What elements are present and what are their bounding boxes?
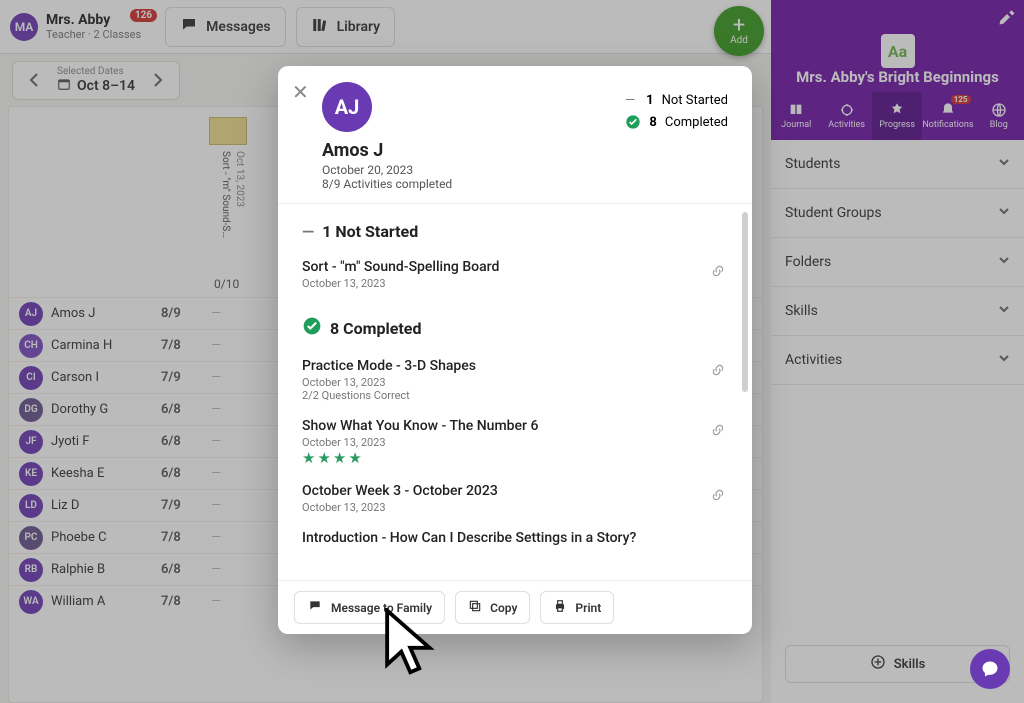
- modal-body[interactable]: — 1 Not Started Sort - "m" Sound-Spellin…: [278, 204, 752, 580]
- close-button[interactable]: ✕: [292, 80, 309, 104]
- student-progress-modal: ✕ AJ — 1 Not Started 8 Completed Amos: [278, 66, 752, 634]
- link-icon[interactable]: [708, 263, 728, 282]
- activity-item[interactable]: Introduction - How Can I Describe Settin…: [302, 522, 728, 554]
- print-button[interactable]: Print: [540, 591, 614, 624]
- activity-title: Sort - "m" Sound-Spelling Board: [302, 259, 499, 275]
- activity-title: October Week 3 - October 2023: [302, 483, 498, 499]
- section-not-started: — 1 Not Started: [302, 222, 728, 241]
- activity-title: Practice Mode - 3-D Shapes: [302, 358, 476, 374]
- minus-icon: —: [302, 222, 314, 241]
- report-date: October 20, 2023: [322, 163, 728, 177]
- copy-icon: [468, 599, 482, 616]
- activity-item[interactable]: Sort - "m" Sound-Spelling Board October 1…: [302, 251, 728, 298]
- student-avatar: AJ: [322, 82, 372, 132]
- minus-icon: —: [622, 92, 638, 108]
- activity-date: October 13, 2023: [302, 376, 476, 389]
- completed-count: 8/9 Activities completed: [322, 177, 728, 191]
- activity-item[interactable]: October Week 3 - October 2023 October 13,…: [302, 475, 728, 522]
- modal-footer: Message to Family Copy Print: [278, 580, 752, 634]
- link-icon[interactable]: [708, 422, 728, 441]
- section-completed: 8 Completed: [302, 316, 728, 340]
- copy-button[interactable]: Copy: [455, 591, 530, 624]
- scrollbar[interactable]: [742, 212, 748, 392]
- activity-date: October 13, 2023: [302, 436, 538, 449]
- star-rating: ★★★★: [302, 449, 538, 467]
- check-circle-icon: [302, 316, 322, 340]
- activity-date: October 13, 2023: [302, 501, 498, 514]
- check-circle-icon: [625, 114, 641, 130]
- summary-not-started: — 1 Not Started: [622, 92, 728, 108]
- link-icon[interactable]: [708, 362, 728, 381]
- activity-title: Show What You Know - The Number 6: [302, 418, 538, 434]
- link-icon[interactable]: [708, 487, 728, 506]
- activity-item[interactable]: Practice Mode - 3-D Shapes October 13, 20…: [302, 350, 728, 410]
- cursor-icon: [383, 608, 435, 680]
- activity-item[interactable]: Show What You Know - The Number 6 October…: [302, 410, 728, 475]
- student-name: Amos J: [322, 140, 728, 161]
- activity-title: Introduction - How Can I Describe Settin…: [302, 530, 636, 546]
- print-icon: [553, 599, 567, 616]
- chat-icon: [307, 599, 323, 616]
- activity-date: October 13, 2023: [302, 277, 499, 290]
- activity-extra: 2/2 Questions Correct: [302, 389, 476, 402]
- help-chat-button[interactable]: [970, 649, 1010, 689]
- summary-completed: 8 Completed: [625, 114, 728, 130]
